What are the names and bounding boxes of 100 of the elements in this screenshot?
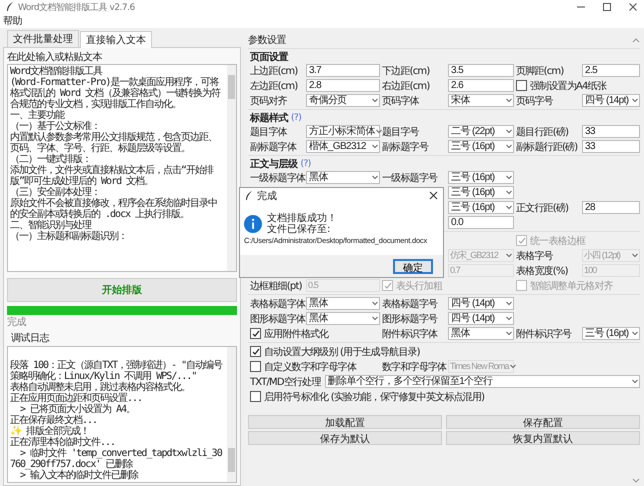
text-field[interactable]: 28 [582,201,640,214]
dropdown[interactable]: 三号 (16pt) [448,171,514,184]
text-field[interactable]: 2.8 [306,79,380,92]
log-label: 调试日志 [11,332,50,345]
dropdown[interactable]: 四号 (14pt) [448,297,514,310]
scrollbar[interactable] [228,448,235,472]
text-paragraph: 二、智能识别与处理 [10,220,92,231]
checkbox[interactable]: 应用附件格式化 [250,326,328,340]
field-label: 题目字体 [250,126,288,138]
tick-icon [252,348,260,356]
dialog-message: 文档排版成功！ [267,213,337,224]
config-button[interactable]: 加载配置 [248,415,442,429]
field-label: 表格宽度(%) [516,264,569,278]
close-icon[interactable] [628,2,638,12]
dropdown[interactable]: 黑体 [448,327,514,340]
dropdown[interactable]: 楷体_GB2312 [306,140,380,153]
window-title: Word文档智能排版工具 v2.7.6 [18,2,135,14]
feather-icon [245,190,253,200]
dropdown[interactable]: 宋体 [448,94,514,107]
text-paragraph: 内置默认参数参考常用公文排版规范，包含页边距、页码、字体、字号、行距、标题层级等设置。 [10,132,218,154]
caret-icon [632,379,638,384]
field-label: 表格字号 [516,250,554,262]
caret-icon [372,301,378,306]
text-paragraph: 一、主要功能 [10,110,64,121]
log-line: > 输入文本的临时文件已删除 [19,470,140,481]
text-paragraph: (Word-Formatter-Pro)是一款桌面应用程序，可将格式混乱的 Word 文档（及兼容格式）一键转换为符合规范的专业文档，实现排版工作自动化。 [10,77,222,110]
checkbox[interactable]: 强制设置为A4纸张 [516,78,606,92]
text-field[interactable]: 3.7 [306,64,380,77]
maximize-icon[interactable] [602,2,612,12]
checkbox[interactable]: 自动设置大纲级别 (用于生成导航目录) [250,344,420,358]
dropdown[interactable]: 黑体 [306,171,380,184]
caret-icon [632,98,638,103]
log-line: > 已将页面大小设置为 A4。 [19,404,136,415]
text-field[interactable]: 33 [582,140,640,153]
field-label: 页码字号 [516,94,554,108]
text-field[interactable]: 2.6 [448,79,514,92]
text-paragraph: Word文档智能排版工具 [10,66,104,77]
dialog-message: 文件已保存至: [267,224,332,235]
dropdown[interactable]: 三号 (16pt) [582,327,640,340]
caret-icon [372,175,378,180]
field-label: 副标题字体 [250,140,298,154]
field-label: 页脚距(cm) [516,64,564,78]
caret-icon [632,253,638,258]
caret-icon [632,331,638,336]
log-line: ✨ 排版全部完成！ [10,426,90,437]
field-label: 一级标题字体 [250,172,304,184]
caret-icon [376,129,382,134]
dropdown[interactable]: 奇偶分页 [306,94,380,107]
text-paragraph: 原始文件不会被直接修改，程序会在系统临时目录中的安全副本或转换后的 .docx 上执行排版。 [10,198,218,220]
scrollbar[interactable] [228,75,235,99]
tick-icon [518,236,526,244]
caret-icon [506,316,512,321]
text-paragraph: （一）主标题和副标题识别： [10,231,128,242]
section-title: 标题样式 [250,112,288,124]
section-title: 正文与层级 [250,158,298,170]
caret-icon [506,331,512,336]
ok-button[interactable]: 确定 [393,258,433,274]
log-line: 正在清理本轮临时文件... [10,437,116,448]
dropdown[interactable]: 黑体 [306,297,380,310]
menu-item[interactable]: 帮助 [3,14,22,28]
dropdown[interactable]: 删除单个空行，多个空行保留至1个空行 [324,375,640,388]
text-field[interactable]: 3.5 [448,64,514,77]
dropdown[interactable]: 黑体 [306,312,380,325]
help-link[interactable]: (?) [300,158,311,168]
log-line: > 临时文件 'temp_converted_tapdtxwlzli_30760_290ff757.docx' 已删除 [10,448,224,470]
checkbox[interactable]: 启用符号标准化 (实验功能，保守修复中英文标点混用) [250,390,484,404]
dropdown[interactable]: 四号 (14pt) [448,312,514,325]
text-field[interactable]: 33 [582,125,640,138]
tab[interactable]: 文件批量处理 [7,30,79,47]
config-button[interactable]: 恢复内置默认 [446,431,640,445]
text-paragraph: 添加文件，文件夹或直接粘贴文本后，点击“开始排版”即可生成处理后的 Word 文档。 [10,165,214,187]
dropdown[interactable]: 三号 (16pt) [448,186,514,199]
log-line: 正在保存最终文档... [10,415,98,426]
text-paragraph: （一）基于公文标准： [10,121,101,132]
config-button[interactable]: 保存配置 [446,415,640,429]
status-text: 完成 [7,316,27,329]
text-field[interactable]: 2.5 [582,64,640,77]
dropdown[interactable]: 三号 (16pt) [448,201,514,214]
dialog-title: 完成 [257,190,277,202]
dropdown[interactable]: 三号 (16pt) [448,140,514,153]
dropdown[interactable]: 四号 (14pt) [582,94,640,107]
caret-icon [506,253,512,258]
caret-icon [506,144,512,149]
field-label: 页码字体 [382,94,420,108]
input-label: 在此处输入或粘贴文本 [7,50,103,64]
log-line: 正在应用页面边距和页码设置... [10,393,144,404]
text-field[interactable]: 0.0 [448,216,514,229]
help-link[interactable]: (?) [291,112,302,122]
caret-icon [372,144,378,149]
field-label: 上边距(cm) [250,64,298,78]
caret-icon [510,364,516,369]
dropdown[interactable]: 二号 (22pt) [448,125,514,138]
config-button[interactable]: 保存为默认 [248,431,442,445]
close-icon[interactable] [429,191,438,200]
checkbox[interactable]: 自定义数字和字母字体 [250,360,356,374]
dropdown[interactable]: 方正小标宋简体 [306,125,380,138]
field-label: 题目行距(磅) [516,126,570,138]
text-area[interactable] [7,64,237,272]
caret-icon [506,98,512,103]
tab[interactable]: 直接输入文本 [80,31,152,48]
